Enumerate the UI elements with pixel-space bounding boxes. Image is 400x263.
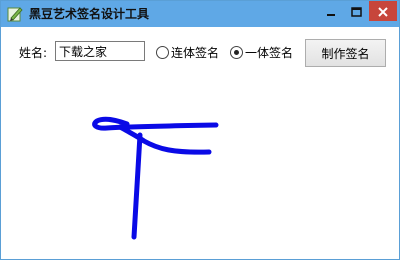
make-signature-button[interactable]: 制作签名	[305, 39, 386, 67]
signature-drawing	[92, 116, 219, 240]
app-pen-icon	[7, 6, 23, 22]
radio-label-connected: 连体签名	[171, 45, 220, 60]
radio-unified-signature[interactable]: 一体签名	[230, 44, 293, 60]
minimize-button[interactable]	[319, 1, 343, 21]
maximize-button[interactable]	[343, 1, 369, 21]
signature-stroke-vertical	[131, 132, 143, 240]
minimize-icon	[326, 2, 336, 21]
title-bar[interactable]: 黑豆艺术签名设计工具	[1, 1, 399, 27]
close-icon	[378, 2, 388, 21]
signature-stroke-diagonal	[117, 124, 212, 155]
window-title: 黑豆艺术签名设计工具	[29, 7, 150, 21]
close-button[interactable]	[369, 1, 397, 21]
radio-label-unified: 一体签名	[245, 45, 294, 60]
name-input[interactable]	[55, 41, 145, 61]
radio-button-unchecked[interactable]	[156, 45, 169, 59]
client-area: 姓名: 连体签名 一体签名 制作签名	[1, 27, 399, 259]
radio-connected-signature[interactable]: 连体签名	[156, 44, 219, 60]
signature-stroke-top	[92, 116, 219, 131]
radio-button-checked[interactable]	[230, 45, 243, 59]
app-window: 黑豆艺术签名设计工具 姓名: 连体签名 一体签名 制作签名	[0, 0, 400, 260]
maximize-icon	[350, 2, 362, 21]
signature-canvas	[1, 87, 399, 259]
name-label: 姓名:	[19, 46, 48, 60]
